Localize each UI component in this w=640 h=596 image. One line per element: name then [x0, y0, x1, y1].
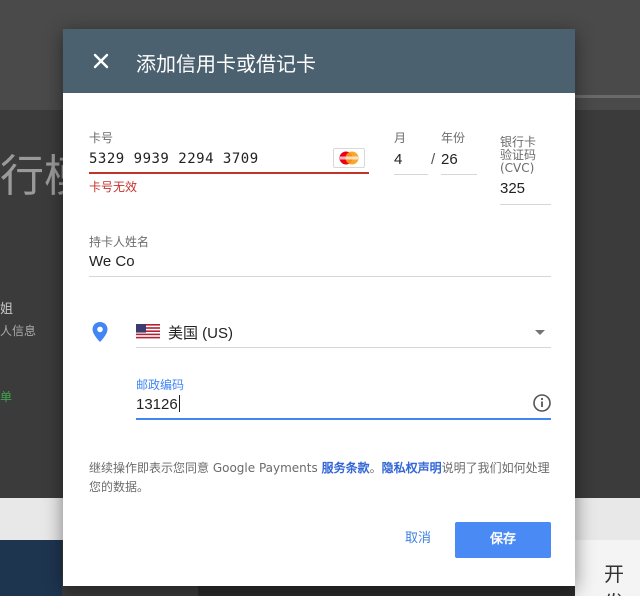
card-number-label: 卡号	[89, 131, 114, 145]
year-label: 年份	[441, 131, 466, 145]
country-value: 美国 (US)	[168, 325, 233, 342]
dialog-title: 添加信用卡或借记卡	[136, 52, 316, 76]
cardholder-label: 持卡人姓名	[89, 235, 150, 249]
month-input[interactable]: 4	[394, 151, 402, 168]
year-underline	[441, 174, 477, 175]
cardholder-underline	[89, 276, 551, 277]
background-divider	[575, 95, 640, 98]
country-underline	[136, 347, 551, 348]
info-icon[interactable]	[532, 393, 552, 413]
postal-code-label: 邮政编码	[136, 378, 185, 392]
background-link: 单	[0, 390, 13, 404]
month-label: 月	[394, 131, 407, 145]
background-corner-text: 开发	[604, 562, 624, 596]
location-pin-icon	[92, 322, 108, 342]
card-number-error: 卡号无效	[89, 180, 138, 194]
background-text: 姐	[0, 302, 14, 317]
background-panel	[0, 540, 62, 596]
cvc-input[interactable]: 325	[500, 180, 525, 197]
close-icon	[93, 53, 109, 69]
month-underline	[394, 174, 428, 175]
terms-of-service-link[interactable]: 服务条款	[322, 461, 370, 475]
card-number-error-underline	[89, 172, 369, 174]
chevron-down-icon	[535, 330, 545, 335]
cardholder-input[interactable]: We Co	[89, 253, 135, 270]
postal-code-underline	[136, 418, 551, 420]
text-cursor	[178, 395, 180, 412]
year-input[interactable]: 26	[441, 151, 458, 168]
cvc-label: 银行卡 验证码 (CVC)	[500, 136, 536, 175]
mastercard-icon	[333, 148, 365, 168]
cvc-label-line: (CVC)	[500, 161, 535, 175]
terms-separator: 。	[369, 461, 382, 475]
expiry-separator: /	[431, 151, 436, 168]
card-number-input[interactable]: 5329 9939 2294 3709	[89, 151, 259, 167]
background-footer	[198, 586, 575, 596]
postal-code-value: 13126	[136, 396, 178, 413]
postal-code-input[interactable]: 13126	[136, 395, 180, 413]
us-flag-icon	[136, 324, 160, 340]
terms-prefix: 继续操作即表示您同意 Google Payments	[89, 461, 322, 475]
dialog-header: 添加信用卡或借记卡	[63, 29, 575, 93]
cancel-button[interactable]: 取消	[390, 525, 446, 553]
add-card-dialog: 添加信用卡或借记卡 卡号 5329 9939 2294 3709 卡号无效 月 …	[63, 29, 575, 586]
terms-text: 继续操作即表示您同意 Google Payments 服务条款。隐私权声明说明了…	[89, 459, 559, 497]
background-subtext: 人信息	[0, 324, 37, 338]
save-button[interactable]: 保存	[455, 522, 551, 558]
close-button[interactable]	[89, 49, 113, 73]
cvc-underline	[500, 204, 551, 205]
privacy-notice-link[interactable]: 隐私权声明	[382, 461, 442, 475]
